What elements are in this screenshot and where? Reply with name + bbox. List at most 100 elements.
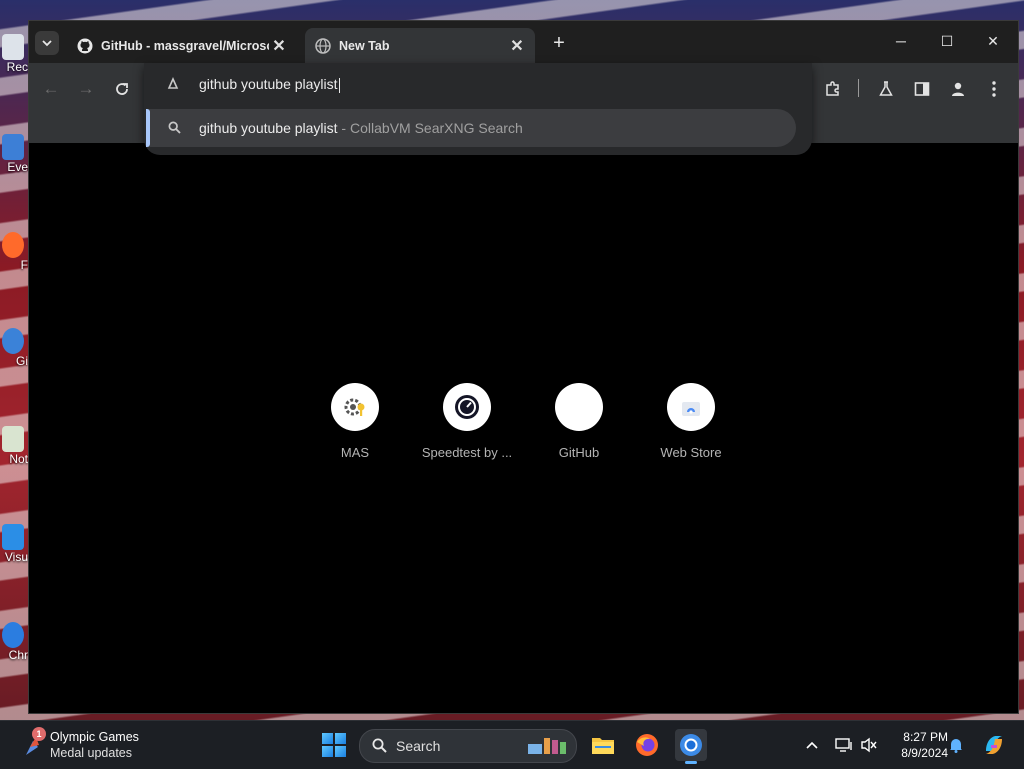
more-vertical-icon — [992, 81, 996, 97]
suggestion-source: CollabVM SearXNG Search — [350, 120, 523, 136]
folder-icon — [592, 738, 614, 754]
search-highlight-icon — [528, 738, 566, 754]
maximize-icon: ☐ — [940, 32, 954, 49]
shortcut-label: Speedtest by ... — [421, 445, 513, 460]
github-icon — [2, 328, 24, 354]
notepad-icon — [2, 426, 24, 452]
gear-key-icon — [344, 398, 365, 416]
chrome-icon — [2, 622, 24, 648]
desktop-icon-chrome[interactable]: Chr — [0, 592, 30, 662]
firefox-icon — [2, 232, 24, 258]
flask-icon — [879, 81, 893, 96]
speaker-muted-icon — [861, 737, 877, 753]
new-tab-button[interactable]: + — [547, 31, 571, 55]
puzzle-icon — [826, 81, 839, 96]
network-tray-button[interactable] — [834, 735, 854, 755]
tab-strip: GitHub - massgravel/Microsof ✕ New Tab ✕… — [29, 21, 1018, 63]
shortcut-speedtest[interactable]: Speedtest by ... — [417, 383, 517, 473]
desktop-icon-label: Gi — [16, 354, 28, 368]
shortcut-tile — [443, 383, 491, 431]
desktop-icon-vscode[interactable]: Visu — [0, 494, 30, 564]
desktop-icon-label: Visu — [4, 550, 28, 564]
search-engine-icon — [166, 77, 180, 91]
shortcut-label: MAS — [340, 445, 370, 460]
menu-button[interactable] — [980, 75, 1008, 103]
close-icon[interactable]: ✕ — [507, 36, 527, 56]
windows-logo-tile — [322, 733, 333, 744]
close-icon[interactable]: ✕ — [269, 36, 289, 56]
network-icon — [835, 738, 852, 752]
desktop-icon-firefox[interactable]: F — [0, 202, 30, 272]
back-button[interactable]: ← — [37, 75, 65, 103]
omnibox[interactable]: github youtube playlist — [144, 63, 812, 105]
clock-time: 8:27 PM — [903, 730, 948, 744]
extensions-button[interactable] — [819, 75, 847, 103]
system-clock[interactable]: 8:27 PM 8/9/2024 — [884, 729, 948, 761]
omnibox-suggestion[interactable]: github youtube playlist - CollabVM SearX… — [146, 109, 796, 147]
side-panel-icon — [914, 82, 930, 96]
arrow-right-icon: → — [77, 79, 95, 98]
volume-tray-button[interactable] — [859, 735, 879, 755]
toolbar-separator — [858, 79, 859, 97]
tab-title: New Tab — [339, 38, 390, 53]
github-icon — [77, 38, 93, 54]
shortcut-label: Web Store — [660, 445, 722, 460]
windows-logo-tile — [335, 746, 346, 757]
close-icon: ✕ — [987, 32, 999, 49]
chrome-icon — [680, 734, 702, 756]
minimize-icon: ─ — [896, 33, 906, 49]
widget-subtitle: Medal updates — [50, 746, 133, 760]
omnibox-dropdown: github youtube playlist github youtube p… — [144, 63, 812, 155]
tab-new-tab[interactable]: New Tab ✕ — [305, 28, 535, 63]
selection-indicator — [146, 109, 150, 147]
shortcut-tile — [555, 383, 603, 431]
profile-button[interactable] — [944, 75, 972, 103]
bell-icon — [950, 739, 962, 753]
recycle-bin-icon — [2, 34, 24, 60]
desktop-icon-github[interactable]: Gi — [0, 298, 30, 368]
desktop-icon-eve[interactable]: Eve — [0, 104, 30, 174]
omnibox-input[interactable]: github youtube playlist — [199, 76, 340, 93]
desktop-icon-notepad[interactable]: Not — [0, 396, 30, 466]
chevron-down-icon — [42, 40, 52, 47]
taskbar-file-explorer[interactable] — [587, 729, 619, 761]
tab-search-button[interactable] — [35, 31, 59, 55]
shortcut-mas[interactable]: MAS — [305, 383, 405, 473]
widgets-button[interactable]: 1 Olympic Games Medal updates — [20, 727, 160, 763]
text-cursor — [338, 77, 340, 93]
desktop-icon-label: Rec — [6, 60, 28, 74]
browser-window: GitHub - massgravel/Microsof ✕ New Tab ✕… — [28, 20, 1019, 714]
tab-title: GitHub - massgravel/Microsof — [101, 38, 269, 53]
tab-github[interactable]: GitHub - massgravel/Microsof ✕ — [67, 28, 297, 63]
notifications-button[interactable] — [946, 735, 966, 755]
reload-icon — [116, 83, 128, 95]
minimize-button[interactable]: ─ — [881, 29, 921, 53]
shortcut-github[interactable]: GitHub — [529, 383, 629, 473]
desktop-icon-label: F — [20, 258, 28, 272]
start-button[interactable] — [322, 733, 346, 757]
taskbar-search[interactable]: Search — [359, 729, 577, 763]
close-window-button[interactable]: ✕ — [973, 29, 1013, 53]
reload-button[interactable] — [108, 75, 136, 103]
tray-overflow-button[interactable] — [802, 735, 822, 755]
forward-button[interactable]: → — [72, 75, 100, 103]
plus-icon: + — [553, 31, 565, 54]
side-panel-button[interactable] — [908, 75, 936, 103]
search-icon — [372, 738, 387, 758]
shortcut-tile — [667, 383, 715, 431]
labs-button[interactable] — [872, 75, 900, 103]
vscode-icon — [2, 524, 24, 550]
desktop-icon-label: Not — [9, 452, 28, 466]
shortcut-web-store[interactable]: Web Store — [641, 383, 741, 473]
desktop-icon-label: Eve — [7, 160, 28, 174]
chevron-up-icon — [806, 741, 818, 749]
maximize-button[interactable]: ☐ — [927, 29, 967, 53]
copilot-button[interactable] — [982, 733, 1006, 757]
taskbar-firefox[interactable] — [631, 729, 663, 761]
clock-date: 8/9/2024 — [901, 746, 948, 760]
desktop-icon-recycle-bin[interactable]: Rec — [0, 4, 30, 74]
active-indicator — [685, 761, 697, 764]
taskbar-chrome[interactable] — [675, 729, 707, 764]
widget-title: Olympic Games — [50, 730, 139, 744]
suggestion-separator: - — [337, 120, 350, 136]
